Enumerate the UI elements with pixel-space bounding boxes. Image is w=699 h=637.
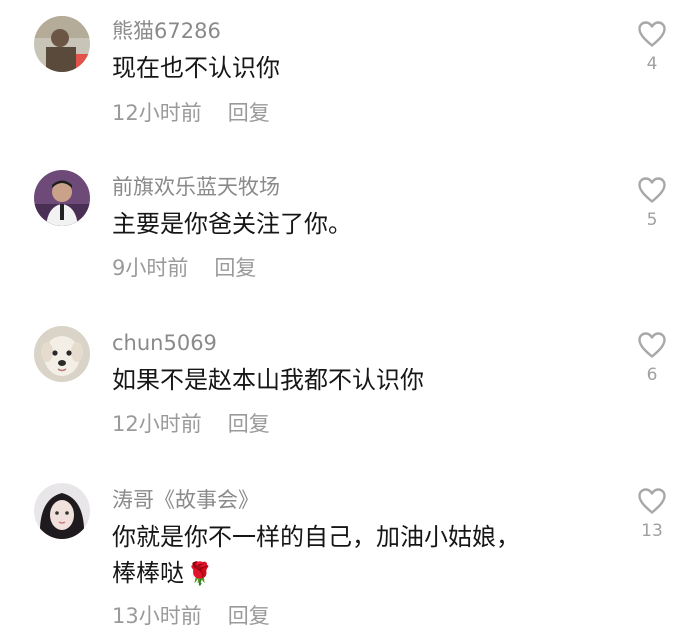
comment-text: 主要是你爸关注了你。: [112, 210, 352, 238]
comment-text: 现在也不认识你: [112, 54, 280, 82]
like-button[interactable]: 13: [632, 487, 672, 541]
username[interactable]: 熊猫67286: [112, 18, 221, 44]
man-photo-avatar-icon: [34, 170, 90, 226]
heart-outline-icon: [638, 21, 666, 47]
comment-meta: 12小时前 回复: [112, 411, 270, 437]
heart-outline-icon: [638, 332, 666, 358]
like-count: 13: [641, 521, 663, 541]
timestamp: 12小时前: [112, 412, 202, 436]
comment-meta: 12小时前 回复: [112, 100, 270, 126]
comment-text: 你就是你不一样的自己，加油小姑娘， 棒棒哒🌹: [112, 519, 592, 593]
timestamp: 13小时前: [112, 604, 202, 628]
reply-button[interactable]: 回复: [228, 412, 270, 436]
timestamp: 9小时前: [112, 256, 189, 280]
reply-button[interactable]: 回复: [214, 256, 256, 280]
comment-meta: 9小时前 回复: [112, 255, 256, 281]
avatar[interactable]: [34, 16, 90, 72]
rose-emoji-icon: 🌹: [186, 562, 214, 587]
heart-outline-icon: [638, 488, 666, 514]
comment-meta: 13小时前 回复: [112, 603, 270, 629]
dog-photo-avatar-icon: [34, 326, 90, 382]
timestamp: 12小时前: [112, 101, 202, 125]
avatar[interactable]: [34, 170, 90, 226]
like-count: 6: [646, 365, 658, 385]
username[interactable]: chun5069: [112, 330, 217, 356]
like-count: 4: [646, 54, 658, 74]
like-button[interactable]: 6: [632, 331, 672, 385]
heart-outline-icon: [638, 177, 666, 203]
reply-button[interactable]: 回复: [228, 604, 270, 628]
avatar[interactable]: [34, 483, 90, 539]
woman-photo-avatar-icon: [34, 483, 90, 539]
reply-button[interactable]: 回复: [228, 101, 270, 125]
person-photo-avatar-icon: [34, 16, 90, 72]
like-button[interactable]: 5: [632, 176, 672, 230]
avatar[interactable]: [34, 326, 90, 382]
username[interactable]: 前旗欢乐蓝天牧场: [112, 174, 280, 200]
comment-text: 如果不是赵本山我都不认识你: [112, 366, 424, 394]
comment-text-line: 你就是你不一样的自己，加油小姑娘，: [112, 523, 520, 551]
comment-text-line: 棒棒哒🌹: [112, 555, 592, 593]
like-button[interactable]: 4: [632, 20, 672, 74]
like-count: 5: [646, 210, 658, 230]
username[interactable]: 涛哥《故事会》: [112, 487, 259, 513]
comment-text-segment: 棒棒哒: [112, 559, 184, 587]
